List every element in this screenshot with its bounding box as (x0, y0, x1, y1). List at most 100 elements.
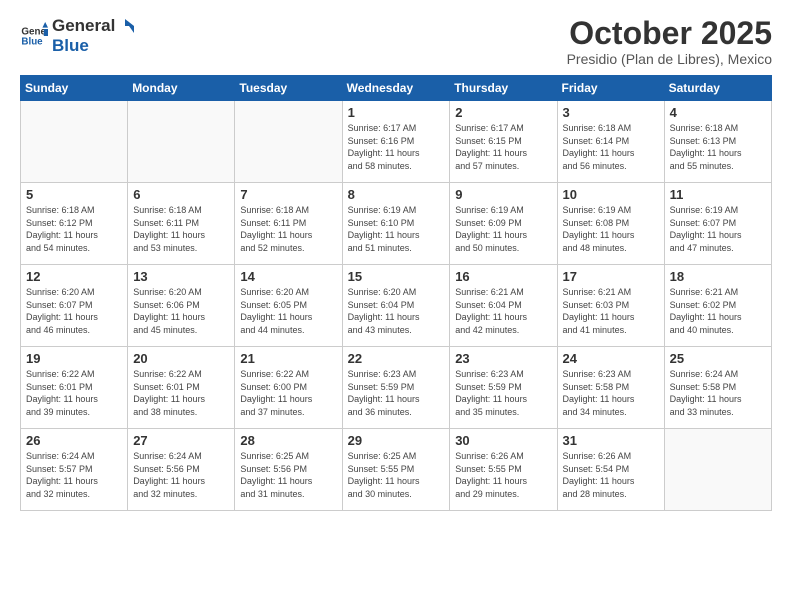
svg-text:Blue: Blue (21, 36, 43, 47)
day-number: 17 (563, 269, 659, 284)
day-info: Sunrise: 6:18 AMSunset: 6:13 PMDaylight:… (670, 122, 766, 172)
calendar-cell: 4Sunrise: 6:18 AMSunset: 6:13 PMDaylight… (664, 101, 771, 183)
day-number: 13 (133, 269, 229, 284)
location-title: Presidio (Plan de Libres), Mexico (567, 51, 772, 67)
calendar-cell: 26Sunrise: 6:24 AMSunset: 5:57 PMDayligh… (21, 429, 128, 511)
calendar-cell: 7 Sunrise: 6:18 AMSunset: 6:11 PMDaylight… (235, 183, 342, 265)
logo-icon: General Blue (20, 22, 48, 50)
calendar-header-row: Sunday Monday Tuesday Wednesday Thursday… (21, 76, 772, 101)
day-number: 11 (670, 187, 766, 202)
logo: General Blue General Blue (20, 16, 135, 56)
col-monday: Monday (128, 76, 235, 101)
day-number: 5 (26, 187, 122, 202)
calendar-cell: 21 Sunrise: 6:22 AMSunset: 6:00 PMDayligh… (235, 347, 342, 429)
day-number: 18 (670, 269, 766, 284)
calendar-cell: 5 Sunrise: 6:18 AMSunset: 6:12 PMDaylight… (21, 183, 128, 265)
day-info: Sunrise: 6:24 AMSunset: 5:56 PMDaylight:… (133, 450, 229, 500)
day-info: Sunrise: 6:19 AMSunset: 6:07 PMDaylight:… (670, 204, 766, 254)
day-info: Sunrise: 6:21 AMSunset: 6:03 PMDaylight:… (563, 286, 659, 336)
calendar-cell: 22 Sunrise: 6:23 AMSunset: 5:59 PMDayligh… (342, 347, 450, 429)
calendar-week-row: 5 Sunrise: 6:18 AMSunset: 6:12 PMDaylight… (21, 183, 772, 265)
day-info: Sunrise: 6:22 AMSunset: 6:00 PMDaylight:… (240, 368, 336, 418)
day-info: Sunrise: 6:18 AMSunset: 6:11 PMDaylight:… (240, 204, 336, 254)
calendar-cell: 12Sunrise: 6:20 AMSunset: 6:07 PMDayligh… (21, 265, 128, 347)
calendar-table: Sunday Monday Tuesday Wednesday Thursday… (20, 75, 772, 511)
header-row: General Blue General Blue October (20, 16, 772, 67)
day-info: Sunrise: 6:22 AMSunset: 6:01 PMDaylight:… (26, 368, 122, 418)
day-info: Sunrise: 6:25 AMSunset: 5:55 PMDaylight:… (348, 450, 445, 500)
col-thursday: Thursday (450, 76, 557, 101)
day-number: 25 (670, 351, 766, 366)
title-block: October 2025 Presidio (Plan de Libres), … (567, 16, 772, 67)
day-info: Sunrise: 6:20 AMSunset: 6:06 PMDaylight:… (133, 286, 229, 336)
day-number: 10 (563, 187, 659, 202)
calendar-cell: 16 Sunrise: 6:21 AMSunset: 6:04 PMDayligh… (450, 265, 557, 347)
calendar-body: 1 Sunrise: 6:17 AMSunset: 6:16 PMDaylight… (21, 101, 772, 511)
calendar-cell: 17 Sunrise: 6:21 AMSunset: 6:03 PMDayligh… (557, 265, 664, 347)
day-number: 1 (348, 105, 445, 120)
month-title: October 2025 (567, 16, 772, 51)
day-info: Sunrise: 6:20 AMSunset: 6:04 PMDaylight:… (348, 286, 445, 336)
day-info: Sunrise: 6:17 AMSunset: 6:16 PMDaylight:… (348, 122, 445, 172)
day-info: Sunrise: 6:19 AMSunset: 6:08 PMDaylight:… (563, 204, 659, 254)
day-number: 2 (455, 105, 551, 120)
day-number: 23 (455, 351, 551, 366)
day-number: 6 (133, 187, 229, 202)
calendar-week-row: 19 Sunrise: 6:22 AMSunset: 6:01 PMDayligh… (21, 347, 772, 429)
day-number: 21 (240, 351, 336, 366)
day-info: Sunrise: 6:23 AMSunset: 5:58 PMDaylight:… (563, 368, 659, 418)
calendar-cell: 2 Sunrise: 6:17 AMSunset: 6:15 PMDaylight… (450, 101, 557, 183)
day-info: Sunrise: 6:23 AMSunset: 5:59 PMDaylight:… (348, 368, 445, 418)
day-number: 30 (455, 433, 551, 448)
calendar-cell: 8Sunrise: 6:19 AMSunset: 6:10 PMDaylight… (342, 183, 450, 265)
day-info: Sunrise: 6:17 AMSunset: 6:15 PMDaylight:… (455, 122, 551, 172)
calendar-cell: 14 Sunrise: 6:20 AMSunset: 6:05 PMDayligh… (235, 265, 342, 347)
day-info: Sunrise: 6:21 AMSunset: 6:04 PMDaylight:… (455, 286, 551, 336)
day-number: 8 (348, 187, 445, 202)
calendar-cell: 15Sunrise: 6:20 AMSunset: 6:04 PMDayligh… (342, 265, 450, 347)
day-number: 26 (26, 433, 122, 448)
calendar-cell (128, 101, 235, 183)
calendar-cell (235, 101, 342, 183)
day-info: Sunrise: 6:26 AMSunset: 5:54 PMDaylight:… (563, 450, 659, 500)
day-info: Sunrise: 6:22 AMSunset: 6:01 PMDaylight:… (133, 368, 229, 418)
day-info: Sunrise: 6:18 AMSunset: 6:11 PMDaylight:… (133, 204, 229, 254)
day-number: 31 (563, 433, 659, 448)
logo-blue: Blue (52, 36, 89, 55)
day-info: Sunrise: 6:23 AMSunset: 5:59 PMDaylight:… (455, 368, 551, 418)
calendar-cell: 11 Sunrise: 6:19 AMSunset: 6:07 PMDayligh… (664, 183, 771, 265)
calendar-cell: 29Sunrise: 6:25 AMSunset: 5:55 PMDayligh… (342, 429, 450, 511)
day-number: 9 (455, 187, 551, 202)
day-number: 20 (133, 351, 229, 366)
logo-general: General (52, 16, 115, 36)
day-number: 14 (240, 269, 336, 284)
calendar-cell: 20 Sunrise: 6:22 AMSunset: 6:01 PMDayligh… (128, 347, 235, 429)
col-tuesday: Tuesday (235, 76, 342, 101)
day-info: Sunrise: 6:26 AMSunset: 5:55 PMDaylight:… (455, 450, 551, 500)
calendar-cell: 27Sunrise: 6:24 AMSunset: 5:56 PMDayligh… (128, 429, 235, 511)
col-saturday: Saturday (664, 76, 771, 101)
day-info: Sunrise: 6:24 AMSunset: 5:58 PMDaylight:… (670, 368, 766, 418)
day-number: 22 (348, 351, 445, 366)
day-info: Sunrise: 6:20 AMSunset: 6:05 PMDaylight:… (240, 286, 336, 336)
day-info: Sunrise: 6:19 AMSunset: 6:09 PMDaylight:… (455, 204, 551, 254)
day-number: 19 (26, 351, 122, 366)
calendar-cell: 13 Sunrise: 6:20 AMSunset: 6:06 PMDayligh… (128, 265, 235, 347)
day-number: 12 (26, 269, 122, 284)
calendar-cell: 31 Sunrise: 6:26 AMSunset: 5:54 PMDayligh… (557, 429, 664, 511)
day-number: 16 (455, 269, 551, 284)
calendar-cell: 19 Sunrise: 6:22 AMSunset: 6:01 PMDayligh… (21, 347, 128, 429)
calendar-week-row: 26Sunrise: 6:24 AMSunset: 5:57 PMDayligh… (21, 429, 772, 511)
col-wednesday: Wednesday (342, 76, 450, 101)
logo-bird-icon (116, 17, 134, 35)
calendar-cell: 6 Sunrise: 6:18 AMSunset: 6:11 PMDaylight… (128, 183, 235, 265)
day-info: Sunrise: 6:18 AMSunset: 6:12 PMDaylight:… (26, 204, 122, 254)
col-sunday: Sunday (21, 76, 128, 101)
calendar-cell: 28Sunrise: 6:25 AMSunset: 5:56 PMDayligh… (235, 429, 342, 511)
calendar-cell: 18Sunrise: 6:21 AMSunset: 6:02 PMDayligh… (664, 265, 771, 347)
calendar-cell: 23 Sunrise: 6:23 AMSunset: 5:59 PMDayligh… (450, 347, 557, 429)
day-number: 7 (240, 187, 336, 202)
calendar-cell: 24Sunrise: 6:23 AMSunset: 5:58 PMDayligh… (557, 347, 664, 429)
calendar-cell (664, 429, 771, 511)
day-info: Sunrise: 6:25 AMSunset: 5:56 PMDaylight:… (240, 450, 336, 500)
